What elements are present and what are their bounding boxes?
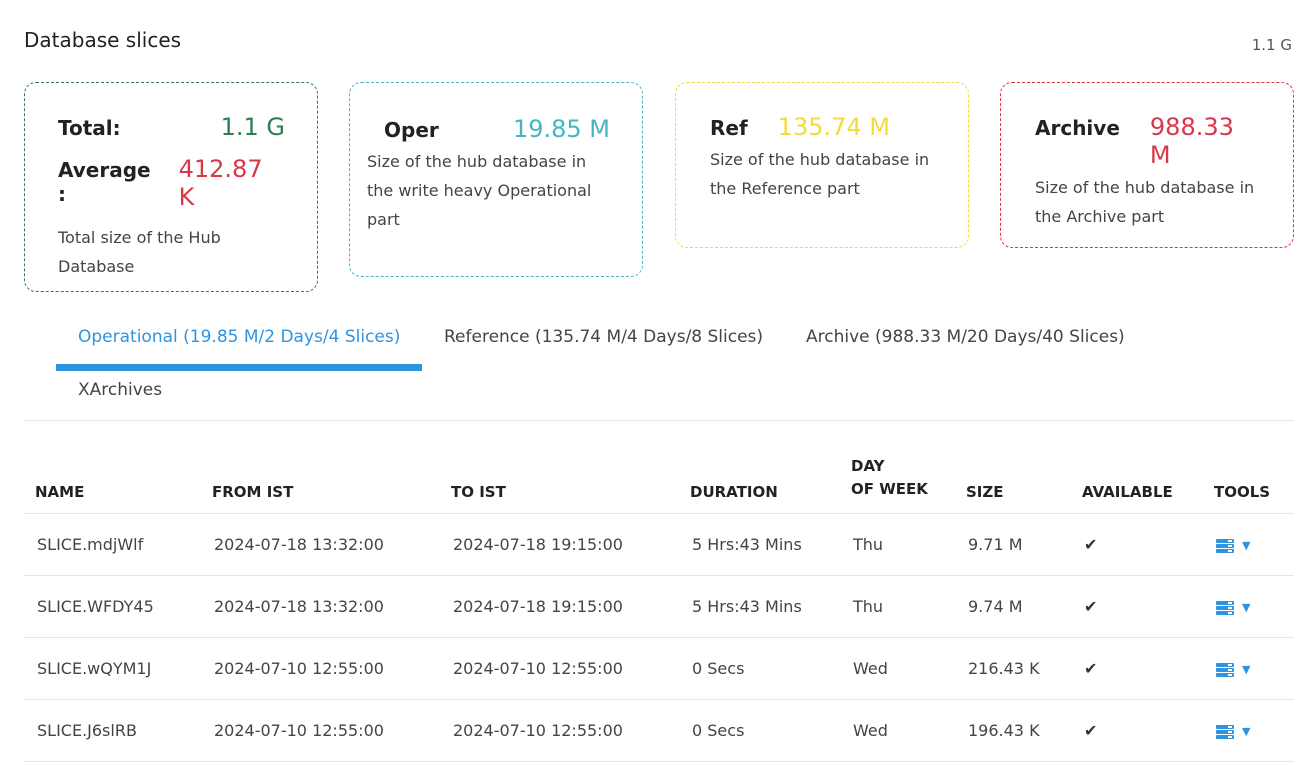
slice-tabs: Operational (19.85 M/2 Days/4 Slices) Re…: [24, 316, 1294, 421]
archive-description: Size of the hub database in the Archive …: [1035, 178, 1255, 226]
cell-day: Thu: [840, 513, 955, 576]
tab-xarchives[interactable]: XArchives: [78, 380, 162, 400]
cell-name: SLICE.mdjWlf: [24, 513, 201, 576]
caret-down-icon[interactable]: ▼: [1242, 725, 1250, 738]
oper-value: 19.85 M: [512, 115, 610, 143]
checkmark-icon: ✔: [1084, 720, 1098, 740]
database-icon[interactable]: [1216, 724, 1234, 739]
database-icon[interactable]: [1216, 538, 1234, 553]
table-row[interactable]: SLICE.mdjWlf 2024-07-18 13:32:00 2024-07-1…: [24, 513, 1294, 576]
oper-row: Oper 19.85 M: [367, 115, 610, 143]
checkmark-icon: ✔: [1084, 658, 1098, 678]
cell-name: SLICE.J6slRB: [24, 699, 201, 762]
tab-reference[interactable]: Reference (135.74 M/4 Days/8 Slices): [444, 327, 763, 347]
table-header-row: NAME FROM IST TO IST DURATION DAY OF WEE…: [24, 448, 1294, 514]
ref-card: Ref 135.74 M Size of the hub database in…: [675, 82, 969, 248]
cell-tools: ▼: [1203, 637, 1294, 700]
average-row: Average : 412.87 K: [58, 155, 285, 211]
table-row[interactable]: SLICE.wQYM1J 2024-07-10 12:55:00 2024-07-1…: [24, 637, 1294, 700]
col-from[interactable]: FROM IST: [201, 448, 440, 514]
caret-down-icon[interactable]: ▼: [1242, 663, 1250, 676]
cell-available: ✔: [1071, 513, 1203, 576]
average-label: Average :: [58, 158, 151, 206]
ref-label: Ref: [710, 116, 748, 140]
average-value: 412.87 K: [178, 155, 263, 211]
cell-to: 2024-07-10 12:55:00: [440, 637, 679, 700]
cell-from: 2024-07-18 13:32:00: [201, 513, 440, 576]
active-tab-indicator: [56, 364, 422, 371]
cell-duration: 5 Hrs:43 Mins: [679, 575, 840, 638]
col-day-line2: OF WEEK: [851, 479, 928, 498]
cell-from: 2024-07-10 12:55:00: [201, 699, 440, 762]
cell-to: 2024-07-10 12:55:00: [440, 699, 679, 762]
cell-to: 2024-07-18 19:15:00: [440, 513, 679, 576]
archive-row: Archive 988.33 M: [1035, 113, 1261, 169]
col-day-line1: DAY: [851, 456, 885, 475]
cell-size: 216.43 K: [955, 637, 1071, 700]
total-row: Total: 1.1 G: [58, 113, 285, 141]
cell-from: 2024-07-18 13:32:00: [201, 575, 440, 638]
ref-row: Ref 135.74 M: [710, 113, 936, 141]
cell-day: Wed: [840, 637, 955, 700]
cell-duration: 0 Secs: [679, 699, 840, 762]
cell-size: 9.71 M: [955, 513, 1071, 576]
cell-name: SLICE.wQYM1J: [24, 637, 201, 700]
cell-size: 9.74 M: [955, 575, 1071, 638]
table-row[interactable]: SLICE.J6slRB 2024-07-10 12:55:00 2024-07-1…: [24, 699, 1294, 762]
cell-duration: 0 Secs: [679, 637, 840, 700]
oper-card: Oper 19.85 M Size of the hub database in…: [349, 82, 643, 277]
cell-name: SLICE.WFDY45: [24, 575, 201, 638]
checkmark-icon: ✔: [1084, 534, 1098, 554]
cell-available: ✔: [1071, 699, 1203, 762]
archive-value: 988.33 M: [1149, 113, 1234, 169]
cell-available: ✔: [1071, 575, 1203, 638]
col-tools: TOOLS: [1203, 448, 1294, 514]
tab-archive[interactable]: Archive (988.33 M/20 Days/40 Slices): [806, 327, 1125, 347]
cell-day: Wed: [840, 699, 955, 762]
col-duration[interactable]: DURATION: [679, 448, 840, 514]
table-row[interactable]: SLICE.WFDY45 2024-07-18 13:32:00 2024-07-1…: [24, 575, 1294, 638]
cell-to: 2024-07-18 19:15:00: [440, 575, 679, 638]
ref-description: Size of the hub database in the Referenc…: [710, 150, 930, 198]
cell-duration: 5 Hrs:43 Mins: [679, 513, 840, 576]
cell-available: ✔: [1071, 637, 1203, 700]
total-card: Total: 1.1 G Average : 412.87 K Total si…: [24, 82, 318, 292]
oper-label: Oper: [384, 118, 439, 142]
slices-table: NAME FROM IST TO IST DURATION DAY OF WEE…: [24, 448, 1294, 762]
ref-value: 135.74 M: [777, 113, 890, 141]
oper-description: Size of the hub database in the write he…: [367, 152, 592, 229]
cell-size: 196.43 K: [955, 699, 1071, 762]
archive-card: Archive 988.33 M Size of the hub databas…: [1000, 82, 1294, 248]
total-label: Total:: [58, 116, 121, 140]
col-available[interactable]: AVAILABLE: [1071, 448, 1203, 514]
database-icon[interactable]: [1216, 662, 1234, 677]
col-name[interactable]: NAME: [24, 448, 201, 514]
cell-tools: ▼: [1203, 513, 1294, 576]
col-day-of-week[interactable]: DAY OF WEEK: [840, 448, 955, 514]
cell-from: 2024-07-10 12:55:00: [201, 637, 440, 700]
caret-down-icon[interactable]: ▼: [1242, 539, 1250, 552]
caret-down-icon[interactable]: ▼: [1242, 601, 1250, 614]
cell-tools: ▼: [1203, 575, 1294, 638]
archive-label: Archive: [1035, 116, 1120, 140]
total-value: 1.1 G: [220, 113, 285, 141]
col-size[interactable]: SIZE: [955, 448, 1071, 514]
database-icon[interactable]: [1216, 600, 1234, 615]
total-description: Total size of the Hub Database: [58, 228, 221, 276]
cell-tools: ▼: [1203, 699, 1294, 762]
cell-day: Thu: [840, 575, 955, 638]
col-to[interactable]: TO IST: [440, 448, 679, 514]
tab-operational[interactable]: Operational (19.85 M/2 Days/4 Slices): [78, 327, 400, 347]
checkmark-icon: ✔: [1084, 596, 1098, 616]
total-size-label: 1.1 G: [1251, 36, 1292, 54]
page-title: Database slices: [24, 28, 182, 52]
